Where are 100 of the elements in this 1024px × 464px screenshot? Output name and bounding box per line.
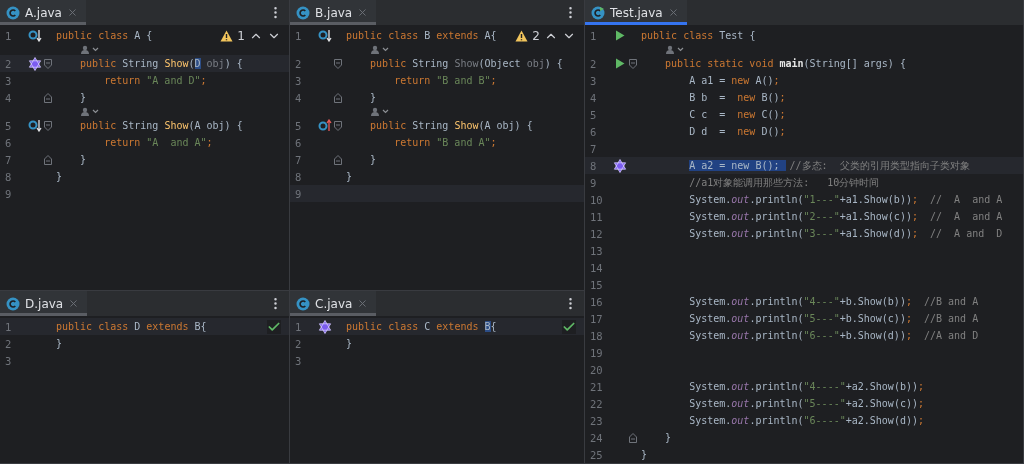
- line-number: 1: [4, 320, 13, 333]
- line-number: 13: [589, 244, 604, 257]
- file-tab[interactable]: A.java: [0, 0, 86, 25]
- code-line: System.out.println("4---"+b.Show(b)); //B and A: [688, 296, 979, 307]
- file-tab[interactable]: C.java: [290, 291, 377, 316]
- line-number: 5: [4, 119, 13, 132]
- implemented-icon[interactable]: [28, 119, 42, 132]
- file-tab[interactable]: B.java: [290, 0, 377, 25]
- warning-icon[interactable]: [220, 30, 234, 42]
- line-number: 5: [589, 108, 598, 121]
- overrides-icon[interactable]: [318, 119, 332, 132]
- line-number: 15: [589, 278, 604, 291]
- line-number: 3: [294, 74, 303, 87]
- author-hint-icon[interactable]: [665, 45, 686, 54]
- code-line: public class D extends B{: [56, 321, 207, 332]
- star-icon[interactable]: [613, 158, 627, 173]
- fold-marker-icon[interactable]: [44, 92, 52, 103]
- check-icon[interactable]: [267, 320, 281, 334]
- code-line: System.out.println("1---"+a1.Show(b)); // A and A: [688, 194, 1003, 205]
- close-icon[interactable]: [357, 7, 369, 18]
- code-line: System.out.println("5----"+a2.Show(c));: [688, 398, 924, 409]
- line-number: 6: [589, 125, 598, 138]
- line-number: 2: [589, 57, 598, 70]
- check-icon[interactable]: [562, 320, 576, 334]
- code-line: public String Show(D obj) {: [79, 58, 243, 69]
- line-number: 4: [589, 91, 598, 104]
- code-line: public String Show(A obj) {: [369, 120, 533, 131]
- line-number: 3: [4, 74, 13, 87]
- author-hint-icon[interactable]: [80, 107, 101, 116]
- line-number: 6: [4, 136, 13, 149]
- class-icon: [296, 5, 310, 20]
- line-number: 9: [294, 187, 303, 200]
- code-line: }: [641, 449, 648, 460]
- file-tab[interactable]: D.java: [0, 291, 88, 316]
- tab-label: A.java: [25, 5, 62, 20]
- code-line: }: [664, 432, 672, 443]
- class-icon: [6, 296, 20, 311]
- code-line: B b = new B();: [688, 92, 786, 103]
- star-icon[interactable]: [28, 56, 42, 71]
- code-line: }: [346, 338, 353, 349]
- line-number: 8: [589, 159, 598, 172]
- fold-marker-icon[interactable]: [629, 58, 637, 69]
- code-line: //多态: 父类的引用类型指向子类对象: [789, 158, 970, 173]
- line-number: 7: [589, 142, 598, 155]
- fold-marker-icon[interactable]: [334, 120, 342, 131]
- line-number: 10: [589, 193, 604, 206]
- fold-marker-icon[interactable]: [44, 58, 52, 69]
- fold-marker-icon[interactable]: [44, 120, 52, 131]
- run-icon[interactable]: [615, 30, 625, 41]
- author-hint-icon[interactable]: [370, 45, 391, 54]
- tab-label: Test.java: [610, 5, 663, 20]
- code-line: return "A and A";: [103, 137, 213, 148]
- code-line: System.out.println("6----"+a2.Show(d));: [688, 415, 924, 426]
- fold-marker-icon[interactable]: [629, 432, 637, 443]
- code-line: public String Show(Object obj) {: [369, 58, 563, 69]
- code-line: public class C extends B{: [346, 321, 497, 332]
- warning-icon[interactable]: [515, 30, 529, 42]
- fold-marker-icon[interactable]: [334, 154, 342, 165]
- code-line: //a1对象能调用那些方法: 10分钟时间: [688, 175, 880, 190]
- run-icon[interactable]: [615, 58, 625, 69]
- selected-code: A a2 = new B();: [689, 160, 786, 171]
- line-number: 17: [589, 312, 604, 325]
- fold-marker-icon[interactable]: [334, 58, 342, 69]
- close-icon[interactable]: [66, 7, 78, 18]
- author-hint-icon[interactable]: [370, 107, 391, 116]
- file-tab[interactable]: Test.java: [585, 0, 687, 25]
- star-icon[interactable]: [318, 319, 332, 334]
- author-hint-icon[interactable]: [80, 45, 101, 54]
- line-number: 24: [589, 431, 604, 444]
- line-number: 3: [4, 354, 13, 367]
- fold-marker-icon[interactable]: [44, 154, 52, 165]
- code-line: public class Test {: [641, 30, 756, 41]
- implemented-icon[interactable]: [318, 29, 332, 42]
- line-number: 8: [4, 170, 13, 183]
- line-number: 7: [4, 153, 13, 166]
- line-number: 1: [589, 29, 598, 42]
- warning-count: 1: [237, 29, 245, 43]
- code-line: return "B and B";: [393, 75, 497, 86]
- code-line: return "B and A";: [393, 137, 497, 148]
- implemented-icon[interactable]: [28, 29, 42, 42]
- tab-label: B.java: [315, 5, 353, 20]
- line-number: 2: [294, 337, 303, 350]
- line-number: 18: [589, 329, 604, 342]
- code-line: public class B extends A{: [346, 30, 497, 41]
- class-icon: [591, 5, 605, 20]
- code-line: }: [346, 171, 353, 182]
- code-line: D d = new D();: [688, 126, 786, 137]
- line-number: 14: [589, 261, 604, 274]
- line-number: 12: [589, 227, 604, 240]
- close-icon[interactable]: [357, 298, 369, 309]
- code-line: System.out.println("5---"+b.Show(c)); //B and A: [688, 313, 979, 324]
- line-number: 7: [294, 153, 303, 166]
- line-number: 1: [4, 29, 13, 42]
- close-icon[interactable]: [667, 7, 679, 18]
- close-icon[interactable]: [68, 298, 80, 309]
- code-line: System.out.println("4----"+a2.Show(b));: [688, 381, 924, 392]
- fold-marker-icon[interactable]: [334, 92, 342, 103]
- class-icon: [6, 5, 20, 20]
- line-number: 2: [294, 57, 303, 70]
- warning-count: 2: [532, 29, 540, 43]
